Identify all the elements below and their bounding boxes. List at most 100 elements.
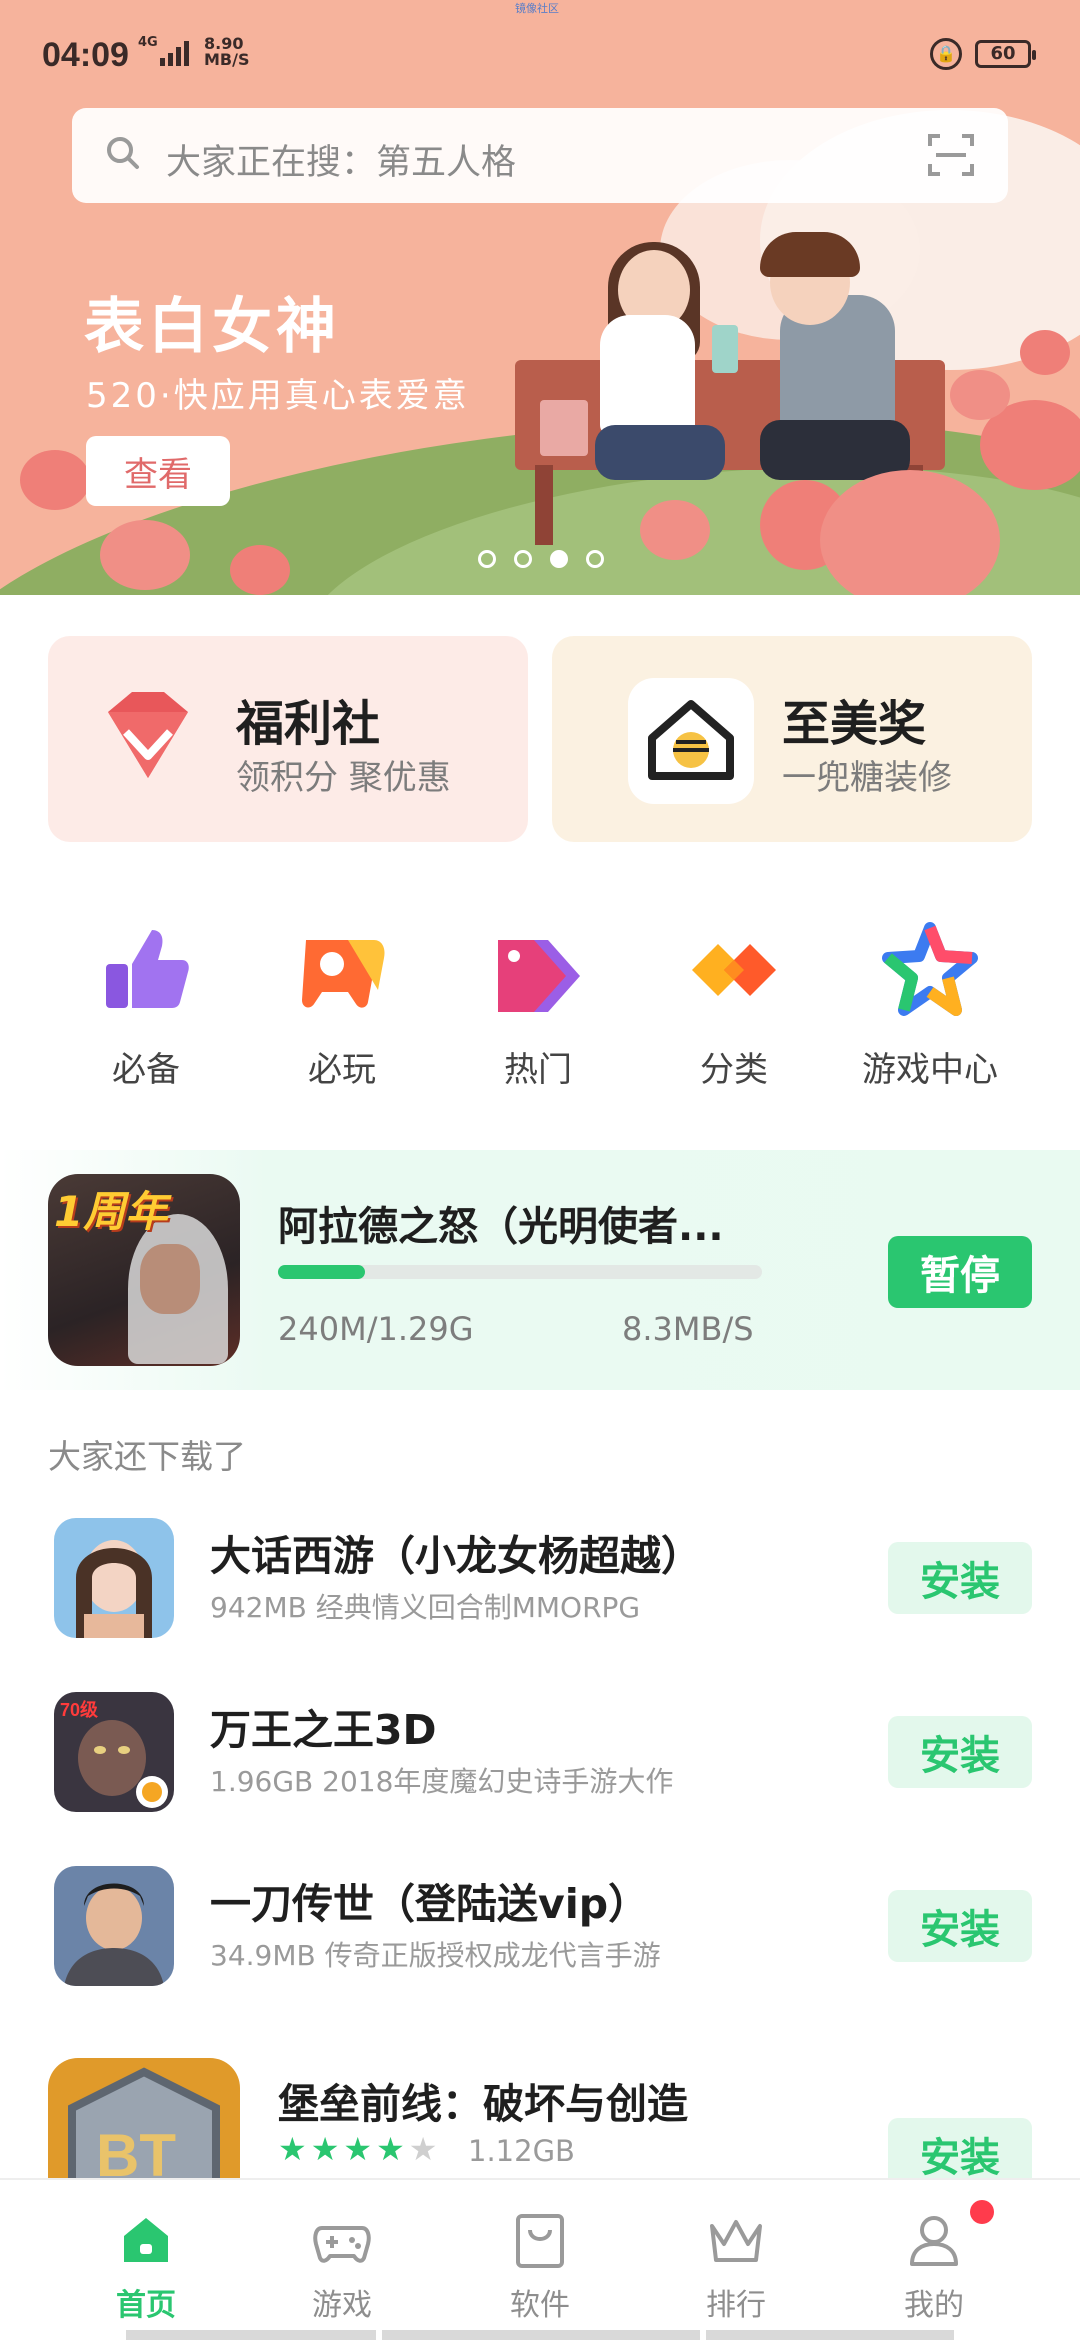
star-icon: ★ bbox=[343, 2130, 373, 2168]
downloading-item[interactable]: 1周年 阿拉德之怒（光明使者... 240M/1.29G 8.3MB/S 暂停 bbox=[0, 1150, 1080, 1390]
list-item[interactable]: 一刀传世（登陆送vip） 34.9MB 传奇正版授权成龙代言手游 安装 bbox=[0, 1846, 1080, 1996]
section-title: 大家还下载了 bbox=[48, 1437, 246, 1476]
banner-drink bbox=[712, 325, 738, 373]
award-card[interactable]: 至美奖 一兜糖装修 bbox=[552, 636, 1032, 842]
welfare-card[interactable]: 福利社 领积分 聚优惠 bbox=[48, 636, 528, 842]
search-input[interactable]: 大家正在搜：第五人格 bbox=[166, 134, 516, 185]
carousel-dot-active[interactable] bbox=[550, 550, 568, 568]
battery-icon: 60 bbox=[975, 40, 1036, 68]
nav-label: 我的 bbox=[904, 2288, 964, 2323]
download-progress-bar bbox=[278, 1265, 762, 1279]
gamepad-icon bbox=[312, 2210, 372, 2270]
install-button[interactable]: 安装 bbox=[888, 1890, 1032, 1962]
install-button[interactable]: 安装 bbox=[888, 1542, 1032, 1614]
app-name: 一刀传世（登陆送vip） bbox=[210, 1880, 650, 1928]
thumbs-up-icon bbox=[96, 920, 196, 1020]
carousel-dot[interactable] bbox=[586, 550, 604, 568]
star-icon: ★ bbox=[310, 2130, 340, 2168]
banner-boy-legs bbox=[760, 420, 910, 480]
category-icon bbox=[684, 920, 784, 1020]
notification-dot bbox=[970, 2200, 994, 2224]
install-button[interactable]: 安装 bbox=[888, 1716, 1032, 1788]
category-hot[interactable]: 热门 bbox=[448, 920, 628, 1091]
gesture-bar bbox=[382, 2330, 700, 2340]
svg-text:70级: 70级 bbox=[60, 1699, 99, 1720]
list-item[interactable]: BT 堡垒前线：破坏与创造 ★ ★ ★ ★ ★ 1.12GB 安装 bbox=[0, 2040, 1080, 2250]
search-icon bbox=[107, 137, 139, 169]
nav-label: 排行 bbox=[706, 2288, 766, 2323]
network-type: 4G bbox=[138, 35, 158, 50]
bottom-nav: 首页 游戏 软件 排行 我的 bbox=[0, 2178, 1080, 2340]
diamond-icon bbox=[108, 692, 188, 778]
banner-boy-hair bbox=[760, 232, 860, 277]
category-classify[interactable]: 分类 bbox=[644, 920, 824, 1091]
network-speed-unit: MB/S bbox=[204, 50, 250, 69]
rating-stars: ★ ★ ★ ★ ★ bbox=[278, 2130, 437, 2168]
search-bar[interactable]: 大家正在搜：第五人格 bbox=[72, 108, 1008, 203]
carousel-indicator[interactable] bbox=[478, 550, 604, 568]
welfare-card-subtitle: 领积分 聚优惠 bbox=[236, 758, 451, 798]
welfare-card-title: 福利社 bbox=[236, 696, 381, 752]
banner-flower bbox=[950, 370, 1010, 420]
star-icon: ★ bbox=[376, 2130, 405, 2168]
banner-flower bbox=[1020, 330, 1070, 375]
banner-girl-legs bbox=[595, 425, 725, 480]
category-essential[interactable]: 必备 bbox=[56, 920, 236, 1091]
banner-bench-leg bbox=[535, 465, 553, 545]
banner-flower bbox=[20, 450, 90, 510]
nav-item-home[interactable]: 首页 bbox=[48, 2180, 244, 2323]
nav-item-software[interactable]: 软件 bbox=[442, 2180, 638, 2323]
list-item[interactable]: 70级 万王之王3D 1.96GB 2018年度魔幻史诗手游大作 安装 bbox=[0, 1672, 1080, 1822]
award-card-title: 至美奖 bbox=[782, 696, 927, 752]
app-icon: 1周年 bbox=[48, 1174, 240, 1366]
status-bar: 04:09 4G 8.90 MB/S 🔒 60 bbox=[0, 0, 1080, 105]
scan-icon[interactable] bbox=[926, 130, 976, 180]
list-item[interactable]: 大话西游（小龙女杨超越） 942MB 经典情义回合制MMORPG 安装 bbox=[0, 1498, 1080, 1648]
star-icon bbox=[880, 920, 980, 1020]
gamepad-icon bbox=[292, 920, 392, 1020]
gesture-bar bbox=[706, 2330, 954, 2340]
nav-label: 游戏 bbox=[312, 2288, 372, 2323]
promo-banner[interactable]: 镜像社区 04:09 4G 8.90 MB/S 🔒 60 大家正在搜：第五人格 … bbox=[0, 0, 1080, 595]
crown-icon bbox=[706, 2210, 766, 2270]
download-app-name: 阿拉德之怒（光明使者... bbox=[278, 1204, 724, 1250]
banner-view-button[interactable]: 查看 bbox=[86, 436, 230, 506]
category-must-play[interactable]: 必玩 bbox=[252, 920, 432, 1091]
app-description: 34.9MB 传奇正版授权成龙代言手游 bbox=[210, 1939, 661, 1972]
carousel-dot[interactable] bbox=[514, 550, 532, 568]
category-label: 必玩 bbox=[308, 1050, 376, 1090]
nav-item-games[interactable]: 游戏 bbox=[244, 2180, 440, 2323]
home-icon bbox=[116, 2210, 176, 2270]
nav-label: 首页 bbox=[116, 2288, 176, 2323]
nav-item-me[interactable]: 我的 bbox=[836, 2180, 1032, 2323]
category-game-center[interactable]: 游戏中心 bbox=[840, 920, 1020, 1091]
banner-subtitle: 520·快应用真心表爱意 bbox=[86, 376, 470, 416]
app-icon bbox=[54, 1518, 174, 1638]
carousel-dot[interactable] bbox=[478, 550, 496, 568]
star-icon: ★ bbox=[278, 2130, 307, 2168]
app-name: 大话西游（小龙女杨超越） bbox=[210, 1532, 702, 1580]
nav-item-ranking[interactable]: 排行 bbox=[638, 2180, 834, 2323]
user-icon bbox=[904, 2210, 964, 2270]
category-label: 热门 bbox=[504, 1050, 572, 1090]
pause-button[interactable]: 暂停 bbox=[888, 1236, 1032, 1308]
app-description: 1.96GB 2018年度魔幻史诗手游大作 bbox=[210, 1765, 674, 1798]
banner-flower bbox=[230, 545, 290, 595]
signal-icon bbox=[160, 40, 189, 66]
rotation-lock-icon: 🔒 bbox=[930, 38, 962, 70]
tag-icon bbox=[488, 920, 588, 1020]
anniversary-badge: 1周年 bbox=[54, 1187, 168, 1236]
app-icon bbox=[54, 1866, 174, 1986]
banner-flower bbox=[100, 520, 190, 590]
award-card-subtitle: 一兜糖装修 bbox=[782, 758, 952, 798]
category-label: 游戏中心 bbox=[862, 1050, 998, 1090]
app-name: 万王之王3D bbox=[210, 1706, 437, 1754]
app-description: 942MB 经典情义回合制MMORPG bbox=[210, 1591, 641, 1624]
app-size: 1.12GB bbox=[468, 2134, 575, 2168]
nav-label: 软件 bbox=[510, 2288, 570, 2323]
download-progress-fill bbox=[278, 1265, 366, 1279]
banner-girl-body bbox=[600, 315, 695, 435]
star-empty-icon: ★ bbox=[408, 2130, 438, 2168]
status-time: 04:09 bbox=[42, 36, 129, 74]
app-name: 堡垒前线：破坏与创造 bbox=[278, 2080, 688, 2128]
